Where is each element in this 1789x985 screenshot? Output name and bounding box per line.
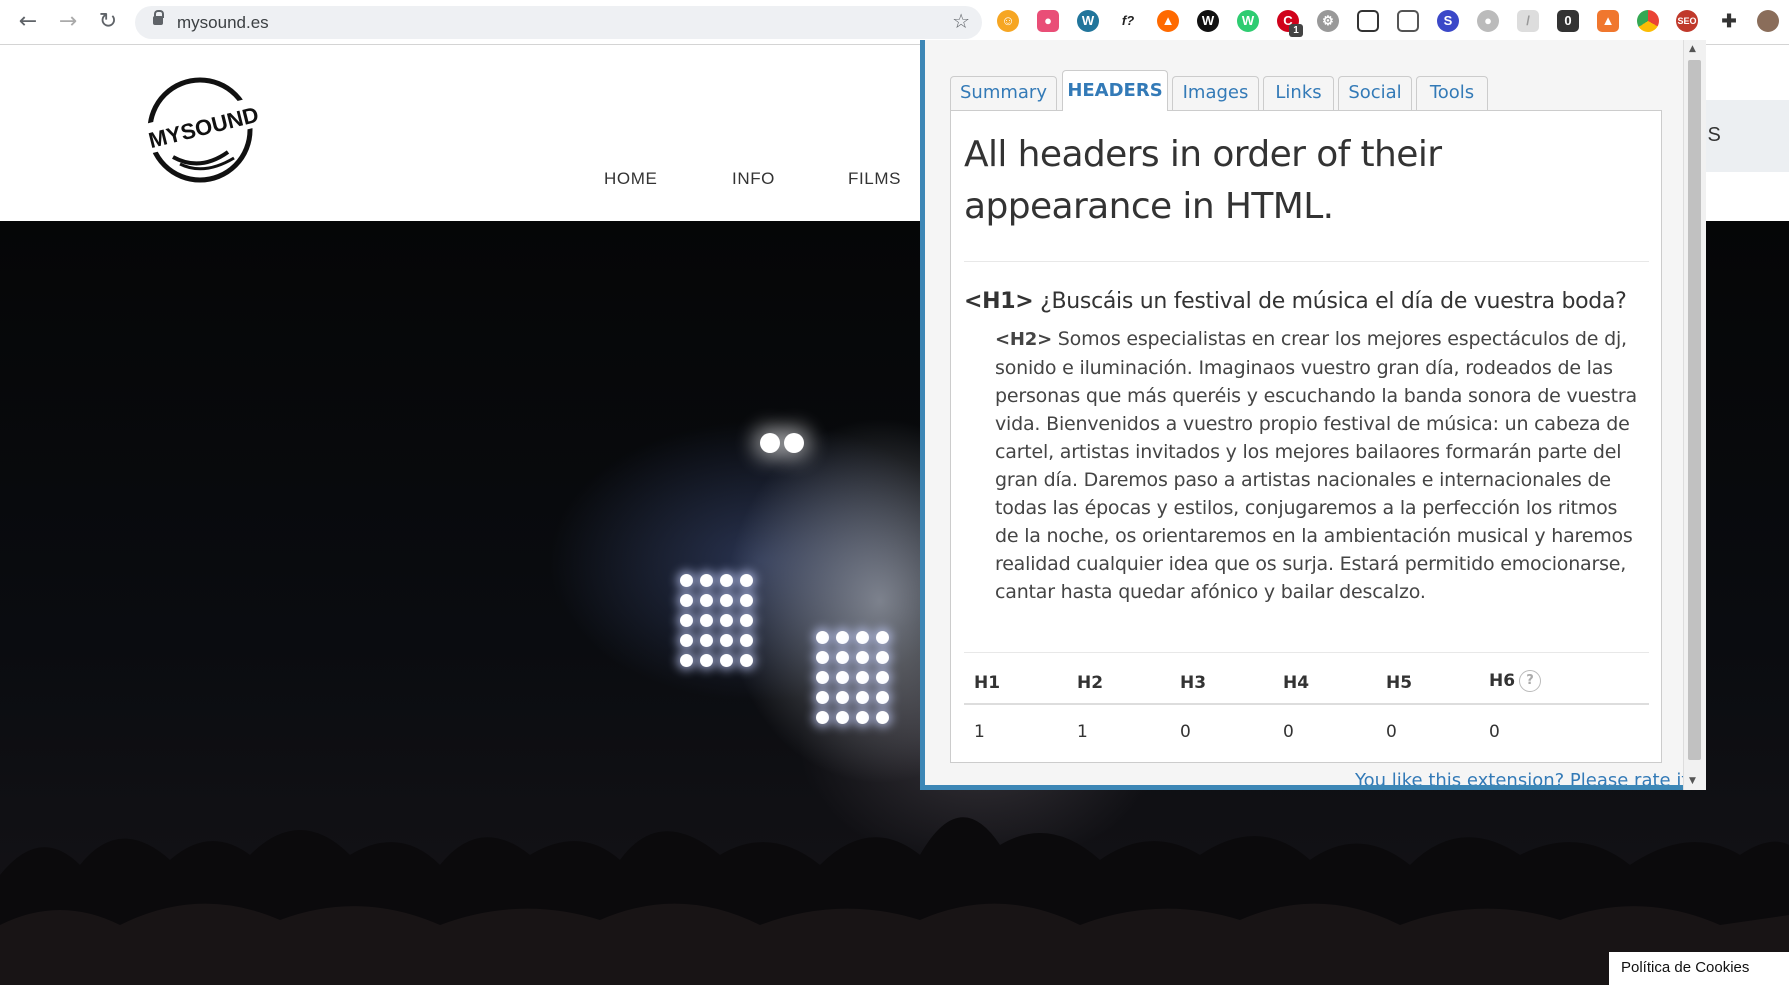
table-cell-h2: 1 [1077,722,1088,742]
crowd-silhouette [0,817,1789,985]
cookie-policy-link[interactable]: Política de Cookies [1609,952,1789,985]
table-header-h4: H4 [1283,673,1310,693]
extension-font-icon[interactable]: f? [1117,10,1139,32]
cookie-policy-label: Política de Cookies [1621,959,1750,976]
led-panel [680,574,753,667]
nav-films[interactable]: FILMS [848,169,901,189]
table-cell-h4: 0 [1283,722,1294,742]
tab-social[interactable]: Social [1338,76,1412,110]
h1-entry: <H1> ¿Buscáis un festival de música el d… [964,289,1654,314]
mysound-logo[interactable]: MYSOUND [138,72,268,184]
table-header-rule [964,703,1649,705]
extension-camera-icon[interactable]: ● [1037,10,1059,32]
tab-summary[interactable]: Summary [950,76,1057,110]
extension-seo-icon[interactable]: SEO [1676,10,1698,32]
divider [964,261,1649,262]
h2-entry: <H2> Somos especialistas en crear los me… [995,325,1645,606]
seo-extension-popup: Summary HEADERS Images Links Social Tool… [920,40,1705,790]
h1-text: ¿Buscáis un festival de música el día de… [1040,289,1627,314]
h2-tag: <H2> [995,329,1052,350]
forward-icon[interactable]: → [54,8,82,36]
browser-toolbar: ← → ↻ mysound.es ☆ ☺ ● W f? ▲ W W C 1 ⚙ … [0,0,1789,45]
extension-wordpress-icon[interactable]: W [1077,10,1099,32]
lock-icon [153,10,164,25]
table-cell-h5: 0 [1386,722,1397,742]
table-cell-h1: 1 [974,722,985,742]
table-header-h6: H6? [1489,670,1542,692]
extension-emoji-icon[interactable]: ☺ [997,10,1019,32]
table-header-h6-label: H6 [1489,671,1516,691]
help-icon[interactable]: ? [1519,670,1542,692]
table-header-h1: H1 [974,673,1001,693]
scroll-thumb[interactable] [1688,60,1701,760]
url-text: mysound.es [177,13,269,32]
extension-colorwheel-icon[interactable] [1637,10,1659,32]
address-bar[interactable]: mysound.es ☆ [135,6,982,39]
reload-icon[interactable]: ↻ [94,8,122,36]
scroll-up-icon[interactable]: ▲ [1689,44,1696,54]
extension-badge: 1 [1289,24,1303,37]
extension-orange-icon[interactable]: ▲ [1597,10,1619,32]
extension-zero-icon[interactable]: 0 [1557,10,1579,32]
extension-blue-icon[interactable]: S [1437,10,1459,32]
table-header-h3: H3 [1180,673,1207,693]
nav-home[interactable]: HOME [604,169,657,189]
stage-spotlight [784,433,804,453]
extension-devices-icon[interactable] [1397,10,1419,32]
extension-green-wp-icon[interactable]: W [1237,10,1259,32]
extension-red-icon[interactable]: C 1 [1277,10,1303,37]
tab-links[interactable]: Links [1263,76,1334,110]
nav-info[interactable]: INFO [732,169,775,189]
extensions-puzzle-icon[interactable]: ✚ [1718,10,1740,32]
tab-images[interactable]: Images [1172,76,1259,110]
bookmark-star-icon[interactable]: ☆ [952,9,970,33]
extension-koala-icon[interactable]: ● [1477,10,1499,32]
profile-avatar[interactable] [1757,10,1779,32]
popup-scrollbar[interactable]: ▲ ▼ [1683,40,1706,790]
table-header-h5: H5 [1386,673,1413,693]
extension-gear-icon[interactable]: ⚙ [1317,10,1339,32]
table-cell-h6: 0 [1489,722,1500,742]
extension-window-icon[interactable] [1357,10,1379,32]
extension-w-icon[interactable]: W [1197,10,1219,32]
tab-headers[interactable]: HEADERS [1062,70,1168,111]
scroll-down-icon[interactable]: ▼ [1689,776,1696,786]
table-cell-h3: 0 [1180,722,1191,742]
table-header-h2: H2 [1077,673,1104,693]
headers-panel: All headers in order of their appearance… [950,110,1662,763]
stage-spotlight [760,433,780,453]
extension-leaf-icon[interactable]: / [1517,10,1539,32]
h2-text: Somos especialistas en crear los mejores… [995,328,1637,603]
tab-tools[interactable]: Tools [1416,76,1488,110]
panel-title: All headers in order of their appearance… [964,134,1442,227]
extension-fire-icon[interactable]: ▲ [1157,10,1179,32]
back-icon[interactable]: ← [14,8,42,36]
rate-extension-link[interactable]: You like this extension? Please rate it! [1355,770,1696,785]
led-panel [816,631,889,724]
divider [964,652,1649,653]
h1-tag: <H1> [964,289,1034,314]
